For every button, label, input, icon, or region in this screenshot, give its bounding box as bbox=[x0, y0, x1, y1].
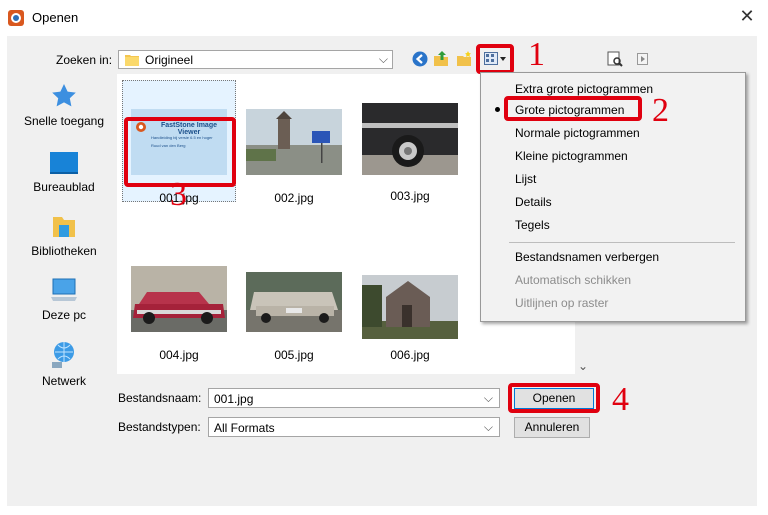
file-item[interactable]: 006.jpg bbox=[362, 275, 458, 366]
place-quick-access[interactable]: Snelle toegang bbox=[18, 82, 110, 128]
file-thumbnail bbox=[131, 266, 227, 332]
open-button[interactable]: Openen bbox=[514, 388, 594, 409]
preview-icon[interactable] bbox=[607, 51, 623, 67]
file-thumbnail bbox=[362, 275, 458, 339]
file-name: 003.jpg bbox=[390, 189, 430, 203]
play-icon[interactable] bbox=[637, 53, 648, 65]
title-bar bbox=[0, 0, 768, 36]
menu-item-medium-icons[interactable]: Normale pictogrammen bbox=[515, 126, 640, 140]
file-name: 005.jpg bbox=[274, 348, 314, 362]
view-menu-icon[interactable] bbox=[484, 51, 508, 67]
filename-label: Bestandsnaam: bbox=[118, 391, 202, 405]
new-folder-icon[interactable] bbox=[456, 51, 473, 67]
place-network[interactable]: Netwerk bbox=[18, 340, 110, 388]
folder-icon bbox=[125, 55, 139, 66]
filetype-label: Bestandstypen: bbox=[118, 420, 201, 434]
menu-item-auto-arrange: Automatisch schikken bbox=[515, 273, 632, 287]
place-label: Snelle toegang bbox=[23, 114, 105, 128]
menu-item-extra-large-icons[interactable]: Extra grote pictogrammen bbox=[515, 82, 653, 96]
filetype-value: All Formats bbox=[214, 421, 275, 435]
file-item[interactable]: 005.jpg bbox=[246, 272, 342, 366]
chevron-down-icon: ⌵ bbox=[483, 391, 493, 405]
back-icon[interactable] bbox=[412, 51, 428, 67]
file-name: 004.jpg bbox=[159, 348, 199, 362]
chevron-down-icon: ⌵ bbox=[378, 52, 388, 66]
menu-item-hide-filenames[interactable]: Bestandsnamen verbergen bbox=[515, 250, 659, 264]
annotation-number-3: 3 bbox=[170, 176, 187, 213]
scroll-down-icon[interactable]: ⌄ bbox=[578, 359, 588, 373]
annotation-number-4: 4 bbox=[612, 381, 629, 418]
place-label: Bibliotheken bbox=[31, 244, 97, 258]
annotation-box-2 bbox=[504, 96, 642, 121]
menu-item-small-icons[interactable]: Kleine pictogrammen bbox=[515, 149, 628, 163]
file-thumbnail bbox=[362, 103, 458, 175]
annotation-number-2: 2 bbox=[652, 92, 669, 129]
place-label: Netwerk bbox=[41, 374, 86, 388]
filename-combobox[interactable]: 001.jpg ⌵ bbox=[208, 388, 500, 408]
look-in-combobox[interactable]: Origineel ⌵ bbox=[118, 50, 393, 69]
annotation-number-1: 1 bbox=[528, 36, 545, 73]
window-title: Openen bbox=[32, 10, 79, 25]
up-folder-icon[interactable] bbox=[433, 50, 449, 67]
places-bar: Snelle toegang Bureaublad Bibliotheken D… bbox=[18, 74, 110, 410]
desktop-icon bbox=[50, 152, 78, 174]
place-libraries[interactable]: Bibliotheken bbox=[18, 212, 110, 258]
menu-item-list[interactable]: Lijst bbox=[515, 172, 536, 186]
cancel-button[interactable]: Annuleren bbox=[514, 417, 590, 438]
look-in-value: Origineel bbox=[145, 53, 194, 67]
app-icon bbox=[8, 10, 24, 26]
menu-item-tiles[interactable]: Tegels bbox=[515, 218, 550, 232]
chevron-down-icon: ⌵ bbox=[483, 420, 493, 434]
file-thumbnail bbox=[246, 109, 342, 175]
place-desktop[interactable]: Bureaublad bbox=[18, 150, 110, 194]
file-item[interactable]: 003.jpg bbox=[362, 103, 458, 209]
file-item[interactable]: 002.jpg bbox=[246, 109, 342, 209]
file-name: 006.jpg bbox=[390, 348, 430, 362]
selected-bullet-icon bbox=[495, 107, 500, 112]
file-thumbnail bbox=[246, 272, 342, 332]
place-label: Bureaublad bbox=[33, 180, 95, 194]
network-icon bbox=[52, 342, 74, 368]
place-this-pc[interactable]: Deze pc bbox=[18, 276, 110, 322]
place-label: Deze pc bbox=[41, 308, 87, 322]
filename-value: 001.jpg bbox=[214, 392, 254, 406]
filetype-combobox[interactable]: All Formats ⌵ bbox=[208, 417, 500, 437]
library-folder-icon bbox=[53, 217, 75, 237]
menu-item-details[interactable]: Details bbox=[515, 195, 552, 209]
file-item[interactable]: 004.jpg bbox=[131, 266, 227, 366]
close-icon[interactable]: ✕ bbox=[738, 7, 756, 25]
menu-item-align-to-grid: Uitlijnen op raster bbox=[515, 296, 609, 310]
computer-icon bbox=[51, 278, 77, 301]
star-icon bbox=[52, 84, 76, 107]
menu-separator bbox=[509, 242, 735, 243]
look-in-label: Zoeken in: bbox=[56, 53, 113, 67]
file-name: 002.jpg bbox=[274, 191, 314, 205]
